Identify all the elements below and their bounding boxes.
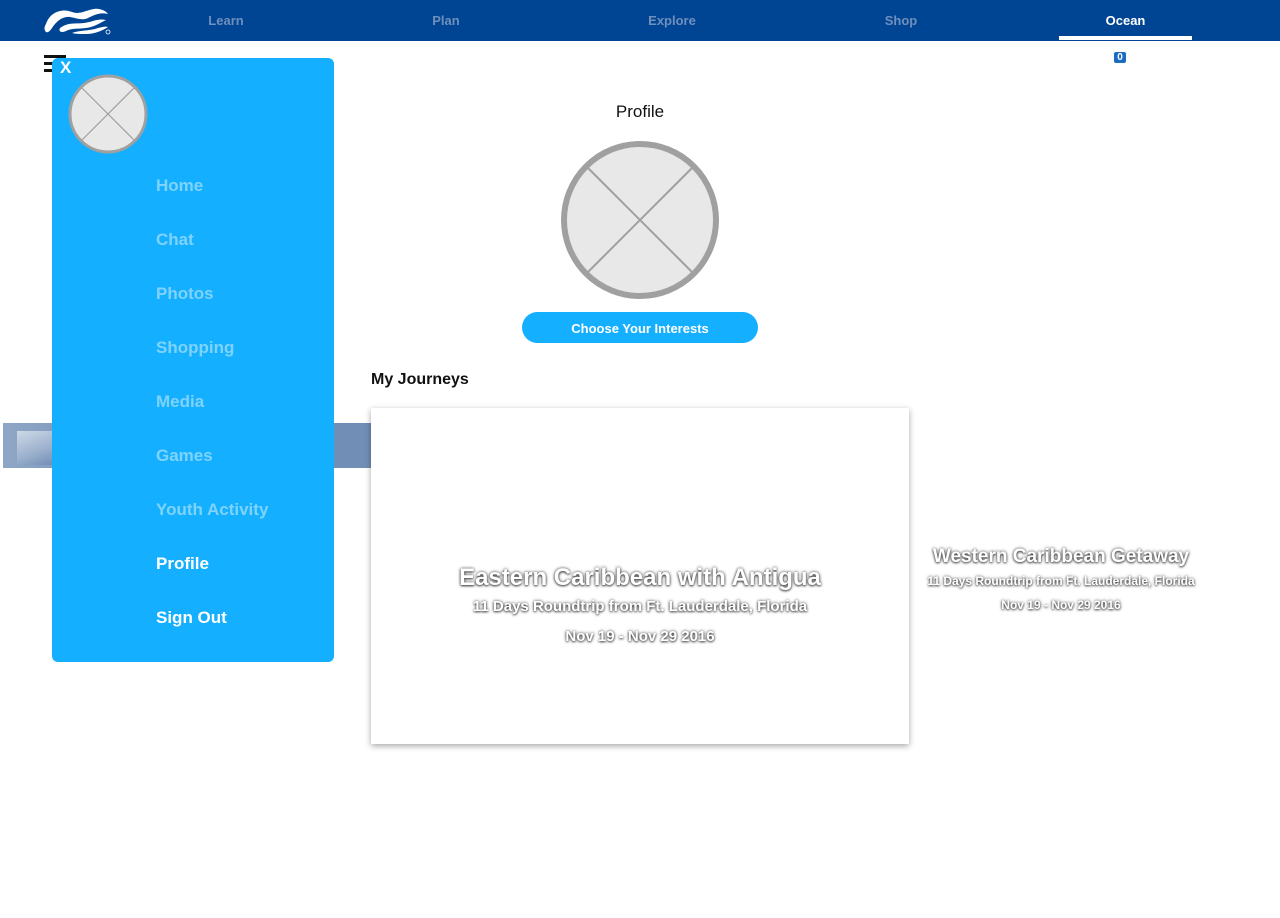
drawer-item-youth-activity[interactable]: Youth Activity: [156, 492, 268, 546]
nav-item-explore[interactable]: Explore: [622, 0, 722, 41]
journey-title: Eastern Caribbean with Antigua: [459, 564, 821, 591]
top-navigation-bar: Learn Plan Explore Shop Ocean: [0, 0, 1280, 41]
drawer-item-home[interactable]: Home: [156, 168, 268, 222]
my-journeys-heading: My Journeys: [371, 371, 469, 388]
journey-card[interactable]: Eastern Caribbean with Antigua 11 Days R…: [371, 408, 909, 744]
drawer-item-sign-out[interactable]: Sign Out: [156, 600, 268, 654]
nav-item-plan[interactable]: Plan: [396, 0, 496, 41]
journey-card[interactable]: Western Caribbean Getaway 11 Days Roundt…: [910, 408, 1212, 744]
choose-interests-button[interactable]: Choose Your Interests: [522, 312, 758, 343]
drawer-item-profile[interactable]: Profile: [156, 546, 268, 600]
journey-dates: Nov 19 - Nov 29 2016: [565, 628, 715, 645]
nav-item-learn[interactable]: Learn: [176, 0, 276, 41]
princess-logo-icon[interactable]: [42, 6, 112, 36]
drawer-menu-list: Home Chat Photos Shopping Media Games Yo…: [156, 168, 268, 654]
drawer-item-chat[interactable]: Chat: [156, 222, 268, 276]
side-drawer-menu: X Home Chat Photos Shopping Media Games …: [52, 58, 334, 662]
nav-item-ocean[interactable]: Ocean: [1059, 0, 1192, 41]
drawer-item-games[interactable]: Games: [156, 438, 268, 492]
cart-count-badge[interactable]: 0: [1114, 52, 1126, 63]
journey-subtitle: 11 Days Roundtrip from Ft. Lauderdale, F…: [472, 598, 808, 615]
page-title: Profile: [615, 102, 665, 121]
placeholder-image-icon[interactable]: [68, 74, 148, 154]
journey-title: Western Caribbean Getaway: [932, 546, 1190, 567]
drawer-item-photos[interactable]: Photos: [156, 276, 268, 330]
placeholder-image-icon[interactable]: [560, 140, 720, 300]
drawer-item-shopping[interactable]: Shopping: [156, 330, 268, 384]
journey-subtitle: 11 Days Roundtrip from Ft. Lauderdale, F…: [927, 574, 1195, 588]
active-tab-indicator: [1059, 36, 1192, 40]
drawer-item-media[interactable]: Media: [156, 384, 268, 438]
journey-dates: Nov 19 - Nov 29 2016: [1001, 598, 1121, 612]
nav-item-shop[interactable]: Shop: [851, 0, 951, 41]
